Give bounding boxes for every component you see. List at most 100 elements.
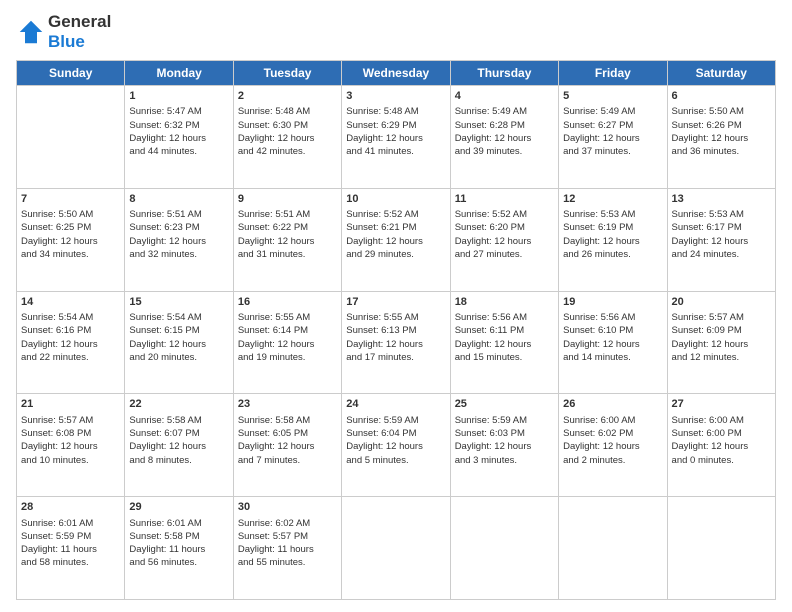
day-info-line: Sunset: 6:13 PM xyxy=(346,324,445,337)
day-number: 8 xyxy=(129,192,228,207)
day-info-line: and 17 minutes. xyxy=(346,351,445,364)
calendar-cell: 19Sunrise: 5:56 AMSunset: 6:10 PMDayligh… xyxy=(559,291,667,394)
day-info-line: and 8 minutes. xyxy=(129,454,228,467)
calendar-week-row: 28Sunrise: 6:01 AMSunset: 5:59 PMDayligh… xyxy=(17,497,776,600)
logo-text: General Blue xyxy=(48,12,111,52)
day-info-line: Daylight: 12 hours xyxy=(129,338,228,351)
day-number: 10 xyxy=(346,192,445,207)
day-info-line: Sunrise: 5:56 AM xyxy=(563,311,662,324)
day-info-line: Sunrise: 5:49 AM xyxy=(455,105,554,118)
day-info-line: Sunset: 6:04 PM xyxy=(346,427,445,440)
logo: General Blue xyxy=(16,12,111,52)
day-info-line: Sunrise: 5:56 AM xyxy=(455,311,554,324)
day-info-line: Sunset: 6:08 PM xyxy=(21,427,120,440)
day-info-line: Daylight: 12 hours xyxy=(238,132,337,145)
calendar-cell xyxy=(17,86,125,189)
day-info-line: and 39 minutes. xyxy=(455,145,554,158)
weekday-header: Sunday xyxy=(17,61,125,86)
day-info-line: Sunset: 6:29 PM xyxy=(346,119,445,132)
day-info-line: Sunset: 5:58 PM xyxy=(129,530,228,543)
day-info-line: Daylight: 12 hours xyxy=(672,338,771,351)
day-info-line: and 26 minutes. xyxy=(563,248,662,261)
weekday-header-row: SundayMondayTuesdayWednesdayThursdayFrid… xyxy=(17,61,776,86)
weekday-header: Monday xyxy=(125,61,233,86)
day-info-line: Sunset: 6:11 PM xyxy=(455,324,554,337)
calendar-cell: 7Sunrise: 5:50 AMSunset: 6:25 PMDaylight… xyxy=(17,188,125,291)
day-info-line: Sunrise: 5:58 AM xyxy=(238,414,337,427)
day-info-line: and 5 minutes. xyxy=(346,454,445,467)
day-info-line: Sunset: 6:21 PM xyxy=(346,221,445,234)
day-info-line: Daylight: 12 hours xyxy=(21,440,120,453)
day-info-line: Sunrise: 5:54 AM xyxy=(21,311,120,324)
calendar-cell: 26Sunrise: 6:00 AMSunset: 6:02 PMDayligh… xyxy=(559,394,667,497)
day-number: 30 xyxy=(238,500,337,515)
calendar-cell xyxy=(342,497,450,600)
weekday-header: Friday xyxy=(559,61,667,86)
day-info-line: Daylight: 12 hours xyxy=(238,235,337,248)
day-info-line: Sunrise: 6:00 AM xyxy=(563,414,662,427)
calendar-cell: 9Sunrise: 5:51 AMSunset: 6:22 PMDaylight… xyxy=(233,188,341,291)
day-info-line: Sunrise: 5:49 AM xyxy=(563,105,662,118)
day-info-line: Daylight: 12 hours xyxy=(346,235,445,248)
calendar-cell: 16Sunrise: 5:55 AMSunset: 6:14 PMDayligh… xyxy=(233,291,341,394)
day-number: 14 xyxy=(21,295,120,310)
day-number: 26 xyxy=(563,397,662,412)
day-info-line: Sunrise: 5:50 AM xyxy=(21,208,120,221)
calendar-cell: 1Sunrise: 5:47 AMSunset: 6:32 PMDaylight… xyxy=(125,86,233,189)
day-number: 24 xyxy=(346,397,445,412)
day-number: 15 xyxy=(129,295,228,310)
calendar-cell: 25Sunrise: 5:59 AMSunset: 6:03 PMDayligh… xyxy=(450,394,558,497)
calendar-cell: 8Sunrise: 5:51 AMSunset: 6:23 PMDaylight… xyxy=(125,188,233,291)
calendar-cell: 21 Sunrise: 5:57 AMSunset: 6:08 PMDayligh… xyxy=(17,394,125,497)
calendar-cell: 23Sunrise: 5:58 AMSunset: 6:05 PMDayligh… xyxy=(233,394,341,497)
day-info-line: Sunset: 6:17 PM xyxy=(672,221,771,234)
day-info-line: Sunset: 5:59 PM xyxy=(21,530,120,543)
day-number: 23 xyxy=(238,397,337,412)
weekday-header: Wednesday xyxy=(342,61,450,86)
day-info-line: Sunset: 6:20 PM xyxy=(455,221,554,234)
day-info-line: and 20 minutes. xyxy=(129,351,228,364)
day-info-line: Sunset: 6:02 PM xyxy=(563,427,662,440)
day-number: 19 xyxy=(563,295,662,310)
weekday-header: Thursday xyxy=(450,61,558,86)
day-info-line: Daylight: 12 hours xyxy=(672,440,771,453)
day-number: 4 xyxy=(455,89,554,104)
day-info-line: Daylight: 11 hours xyxy=(238,543,337,556)
day-info-line: Daylight: 12 hours xyxy=(238,338,337,351)
calendar-cell: 6Sunrise: 5:50 AMSunset: 6:26 PMDaylight… xyxy=(667,86,775,189)
day-info-line: Daylight: 12 hours xyxy=(563,338,662,351)
calendar-cell: 4Sunrise: 5:49 AMSunset: 6:28 PMDaylight… xyxy=(450,86,558,189)
day-info-line: Sunrise: 6:00 AM xyxy=(672,414,771,427)
day-info-line: Daylight: 12 hours xyxy=(455,132,554,145)
day-number: 20 xyxy=(672,295,771,310)
day-info-line: and 36 minutes. xyxy=(672,145,771,158)
day-info-line: Sunset: 6:09 PM xyxy=(672,324,771,337)
calendar-cell: 18Sunrise: 5:56 AMSunset: 6:11 PMDayligh… xyxy=(450,291,558,394)
calendar-week-row: 14Sunrise: 5:54 AMSunset: 6:16 PM Dayligh… xyxy=(17,291,776,394)
day-info-line: Sunrise: 5:57 AM xyxy=(672,311,771,324)
day-info-line: Daylight: 12 hours xyxy=(563,132,662,145)
day-info-line: Sunrise: 5:57 AM xyxy=(21,414,120,427)
day-info-line: Sunset: 6:30 PM xyxy=(238,119,337,132)
day-info-line: and 56 minutes. xyxy=(129,556,228,569)
calendar-cell: 12Sunrise: 5:53 AMSunset: 6:19 PMDayligh… xyxy=(559,188,667,291)
day-info-line: and 22 minutes. xyxy=(21,351,120,364)
day-info-line: Daylight: 12 hours xyxy=(129,440,228,453)
day-number: 21 xyxy=(21,397,120,412)
calendar-cell: 13Sunrise: 5:53 AMSunset: 6:17 PMDayligh… xyxy=(667,188,775,291)
day-number: 1 xyxy=(129,89,228,104)
day-info-line: Daylight: 12 hours xyxy=(563,235,662,248)
header: General Blue xyxy=(16,12,776,52)
calendar-cell: 20Sunrise: 5:57 AMSunset: 6:09 PMDayligh… xyxy=(667,291,775,394)
calendar-week-row: 21Sunrise: 5:57 AMSunset: 6:08 PMDayligh… xyxy=(17,394,776,497)
calendar-cell: 24Sunrise: 5:59 AMSunset: 6:04 PMDayligh… xyxy=(342,394,450,497)
day-number: 2 xyxy=(238,89,337,104)
day-info-line: and 55 minutes. xyxy=(238,556,337,569)
day-info-line: Sunset: 6:16 PM xyxy=(21,324,120,337)
calendar-cell: 29Sunrise: 6:01 AMSunset: 5:58 PMDayligh… xyxy=(125,497,233,600)
day-info-line: Sunset: 6:27 PM xyxy=(563,119,662,132)
calendar-cell: 28Sunrise: 6:01 AMSunset: 5:59 PMDayligh… xyxy=(17,497,125,600)
day-number: 27 xyxy=(672,397,771,412)
day-number: 16 xyxy=(238,295,337,310)
day-info-line: Sunrise: 6:01 AM xyxy=(129,517,228,530)
